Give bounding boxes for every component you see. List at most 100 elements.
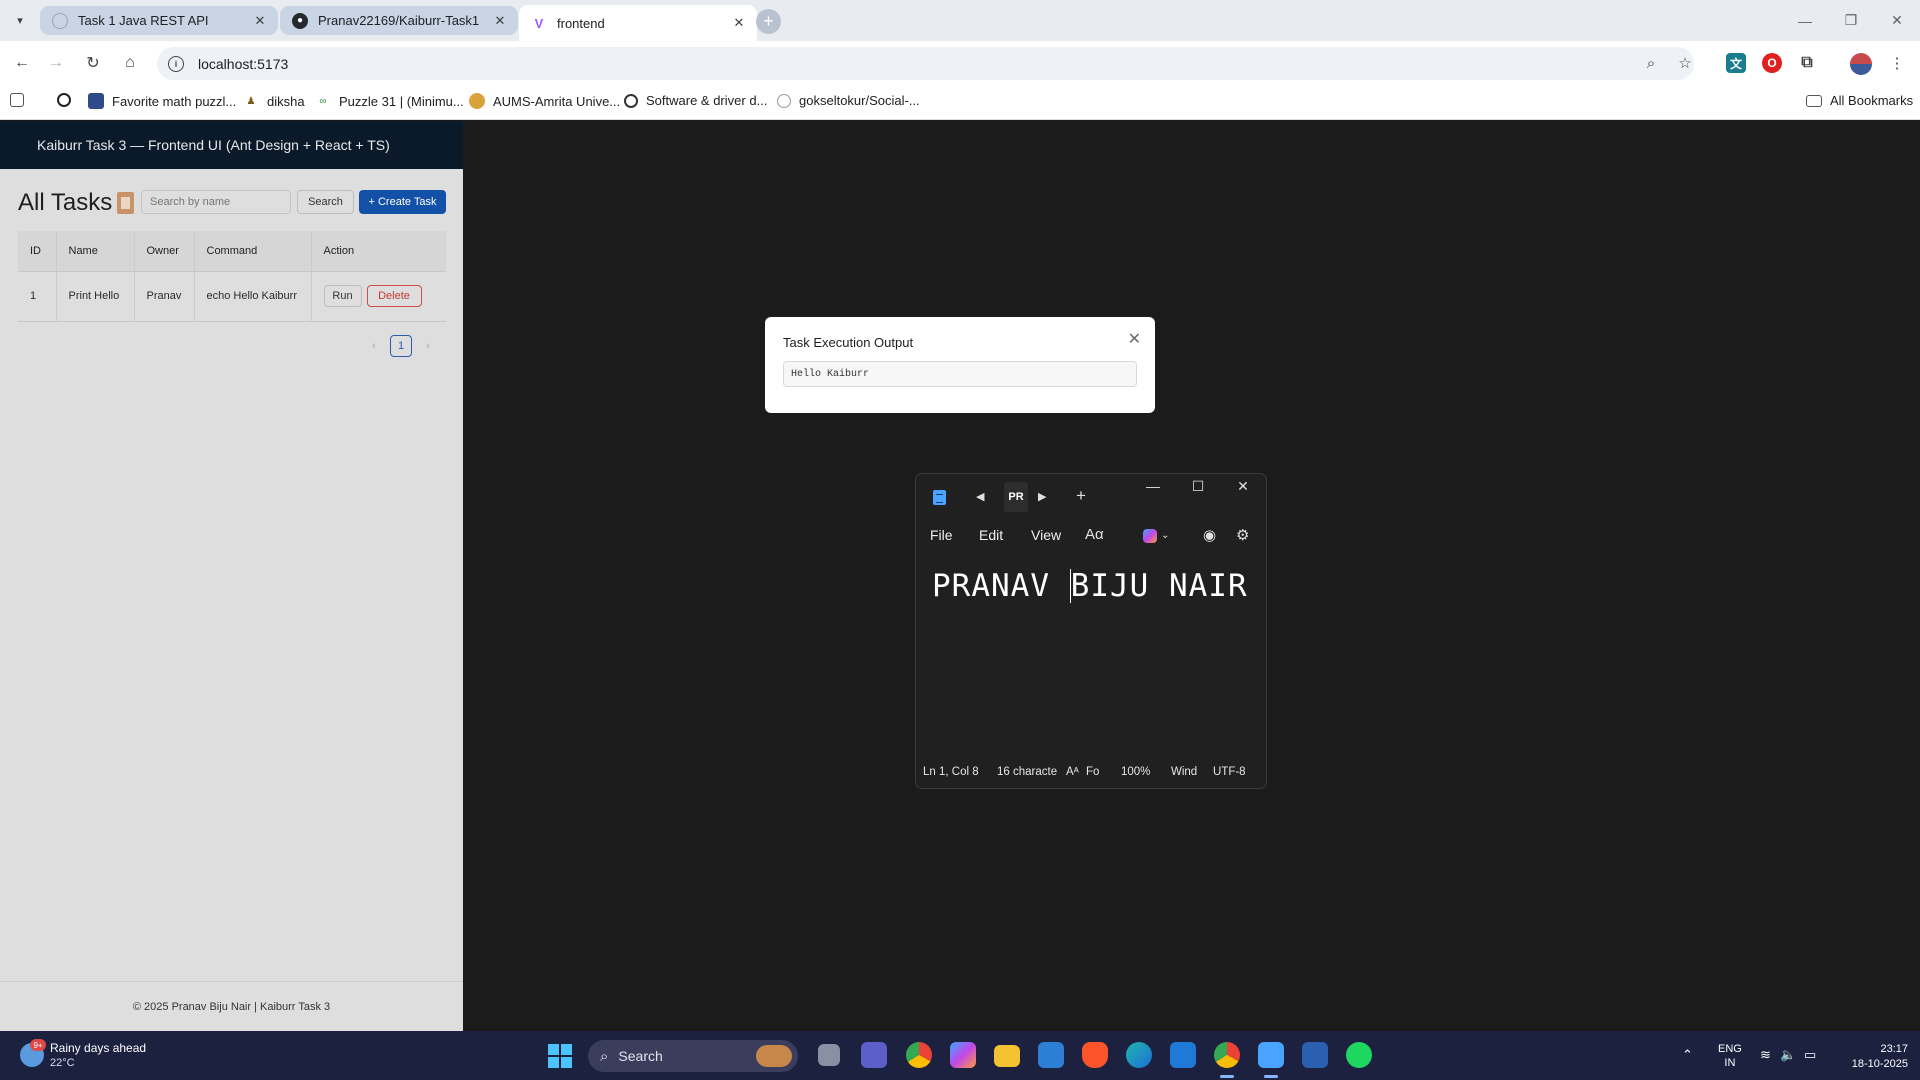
notepad-editor[interactable]: PRANAV BIJU NAIR xyxy=(932,568,1248,604)
bookmark-label: AUMS-Amrita Unive... xyxy=(493,93,621,109)
bookmark-item[interactable]: ∞ Puzzle 31 | (Minimu... xyxy=(315,93,463,109)
volume-icon[interactable]: 🔈 xyxy=(1780,1047,1796,1063)
teams-icon[interactable] xyxy=(861,1042,887,1068)
notepad-taskbar-icon[interactable] xyxy=(1258,1042,1284,1068)
page-number[interactable]: 1 xyxy=(390,335,412,357)
close-icon[interactable]: ✕ xyxy=(1128,329,1141,349)
column-header-action: Action xyxy=(310,231,446,272)
file-explorer-icon[interactable] xyxy=(994,1045,1020,1067)
weather-title[interactable]: Rainy days ahead xyxy=(50,1041,146,1055)
edge-icon[interactable] xyxy=(1126,1042,1152,1068)
run-button[interactable]: Run xyxy=(323,285,362,307)
search-icon: ⌕ xyxy=(600,1047,609,1065)
text-format-icon[interactable]: Aα xyxy=(1085,526,1104,543)
task-output-modal: Task Execution Output ✕ Hello Kaiburr xyxy=(765,317,1155,413)
minimize-icon[interactable]: — xyxy=(1782,0,1828,41)
close-window-icon[interactable]: ✕ xyxy=(1874,0,1920,41)
chrome-profile-icon[interactable] xyxy=(1214,1042,1240,1068)
account-icon[interactable]: ◉ xyxy=(1203,526,1216,544)
column-header-name[interactable]: Name xyxy=(55,231,134,272)
brave-icon[interactable] xyxy=(1082,1042,1108,1068)
column-header-id[interactable]: ID xyxy=(18,231,56,272)
extension-translate-icon[interactable]: 文 xyxy=(1726,53,1746,73)
close-icon[interactable]: ✕ xyxy=(252,13,268,29)
reload-icon[interactable]: ↻ xyxy=(81,51,105,75)
notepad-titlebar[interactable]: ◀ PR ▶ + — ☐ ✕ xyxy=(916,474,1266,518)
chrome-icon[interactable] xyxy=(906,1042,932,1068)
all-bookmarks-folder[interactable]: All Bookmarks xyxy=(1806,93,1913,108)
restore-icon[interactable]: ❐ xyxy=(1828,0,1874,41)
minimize-icon[interactable]: — xyxy=(1138,478,1168,494)
modal-title: Task Execution Output xyxy=(783,335,914,350)
browser-tab-task1[interactable]: Task 1 Java REST API ✕ xyxy=(40,6,278,35)
clock[interactable]: 23:17 18-10-2025 xyxy=(1852,1042,1908,1072)
active-app-indicator xyxy=(1220,1075,1234,1078)
cell-id: 1 xyxy=(18,271,56,322)
prev-page-icon[interactable]: ‹ xyxy=(364,340,384,352)
new-tab-button[interactable]: + xyxy=(756,9,781,34)
apps-grid-icon[interactable] xyxy=(10,93,32,107)
battery-icon[interactable]: ▭ xyxy=(1804,1047,1816,1063)
maximize-icon[interactable]: ☐ xyxy=(1183,478,1213,495)
search-button[interactable]: Search xyxy=(297,190,354,214)
bookmark-item[interactable]: Software & driver d... xyxy=(624,93,767,108)
close-icon[interactable]: ✕ xyxy=(731,15,747,31)
copilot-icon[interactable] xyxy=(1143,529,1157,543)
close-window-icon[interactable]: ✕ xyxy=(1228,478,1258,495)
tab-scroll-left-icon[interactable]: ◀ xyxy=(976,490,984,503)
profile-avatar[interactable] xyxy=(1850,53,1872,75)
zoom-icon[interactable]: ⌕ xyxy=(1640,52,1662,74)
bookmark-item[interactable]: Favorite math puzzl... xyxy=(88,93,236,109)
chrome-menu-icon[interactable]: ⋮ xyxy=(1886,52,1908,74)
globe-icon xyxy=(52,12,68,29)
menu-view[interactable]: View xyxy=(1031,527,1061,543)
menu-file[interactable]: File xyxy=(930,527,953,543)
new-tab-plus-icon[interactable]: + xyxy=(1076,486,1086,506)
back-arrow-icon[interactable]: ← xyxy=(10,51,34,75)
tab-title: Pranav22169/Kaiburr-Task1 xyxy=(318,13,480,28)
home-icon[interactable]: ⌂ xyxy=(118,51,142,75)
azure-data-studio-icon[interactable] xyxy=(1170,1042,1196,1068)
language-indicator[interactable]: ENG IN xyxy=(1718,1042,1742,1070)
clock-date: 18-10-2025 xyxy=(1851,1058,1908,1070)
task-view-icon[interactable] xyxy=(818,1044,840,1066)
powershell-icon[interactable] xyxy=(1302,1042,1328,1068)
bookmark-item[interactable]: AUMS-Amrita Unive... xyxy=(469,93,620,109)
windows-start-icon[interactable] xyxy=(548,1044,572,1068)
extensions-puzzle-icon[interactable]: ⧉ xyxy=(1797,53,1817,73)
url-text[interactable]: localhost:5173 xyxy=(198,56,288,72)
tab-scroll-right-icon[interactable]: ▶ xyxy=(1038,490,1046,503)
wifi-icon[interactable]: ≋ xyxy=(1760,1047,1771,1063)
browser-tab-github[interactable]: ● Pranav22169/Kaiburr-Task1 ✕ xyxy=(280,6,518,35)
menu-edit[interactable]: Edit xyxy=(979,527,1003,543)
microsoft-store-icon[interactable] xyxy=(1038,1042,1064,1068)
spotify-icon[interactable] xyxy=(1346,1042,1372,1068)
table-header-row: ID Name Owner Command Action xyxy=(18,231,446,272)
copilot-app-icon[interactable] xyxy=(950,1042,976,1068)
search-input[interactable] xyxy=(141,190,291,214)
extension-opera-icon[interactable]: O xyxy=(1762,53,1782,73)
site-info-icon[interactable]: i xyxy=(168,55,184,72)
browser-tab-frontend[interactable]: V frontend ✕ xyxy=(519,5,757,41)
tab-search-chevron-icon[interactable]: ▾ xyxy=(8,8,32,32)
status-font[interactable]: Fo xyxy=(1086,766,1099,778)
address-bar[interactable]: i localhost:5173 xyxy=(157,47,1694,80)
show-hidden-icons-chevron-icon[interactable]: ⌃ xyxy=(1682,1047,1693,1063)
delete-button[interactable]: Delete xyxy=(366,285,422,307)
forward-arrow-icon[interactable]: → xyxy=(44,51,68,75)
next-page-icon[interactable]: › xyxy=(418,340,438,352)
bookmark-item[interactable]: gokseltokur/Social-... xyxy=(777,93,920,108)
close-icon[interactable]: ✕ xyxy=(492,13,508,29)
taskbar-search[interactable]: ⌕ Search xyxy=(588,1040,798,1072)
page-title: All Tasks xyxy=(18,189,113,216)
notepad-tab[interactable]: PR xyxy=(1004,482,1028,512)
chatgpt-icon[interactable] xyxy=(57,93,79,107)
column-header-owner[interactable]: Owner xyxy=(133,231,194,272)
notepad-statusbar: Ln 1, Col 8 16 characte Aᴬ Fo 100% Wind … xyxy=(916,758,1266,788)
settings-gear-icon[interactable]: ⚙ xyxy=(1236,526,1249,544)
bookmark-star-icon[interactable]: ☆ xyxy=(1674,52,1696,74)
bookmark-item[interactable]: ♟ diksha xyxy=(243,93,305,109)
create-task-button[interactable]: + Create Task xyxy=(359,190,446,214)
chevron-down-icon[interactable]: ⌄ xyxy=(1161,530,1169,541)
column-header-command[interactable]: Command xyxy=(193,231,311,272)
